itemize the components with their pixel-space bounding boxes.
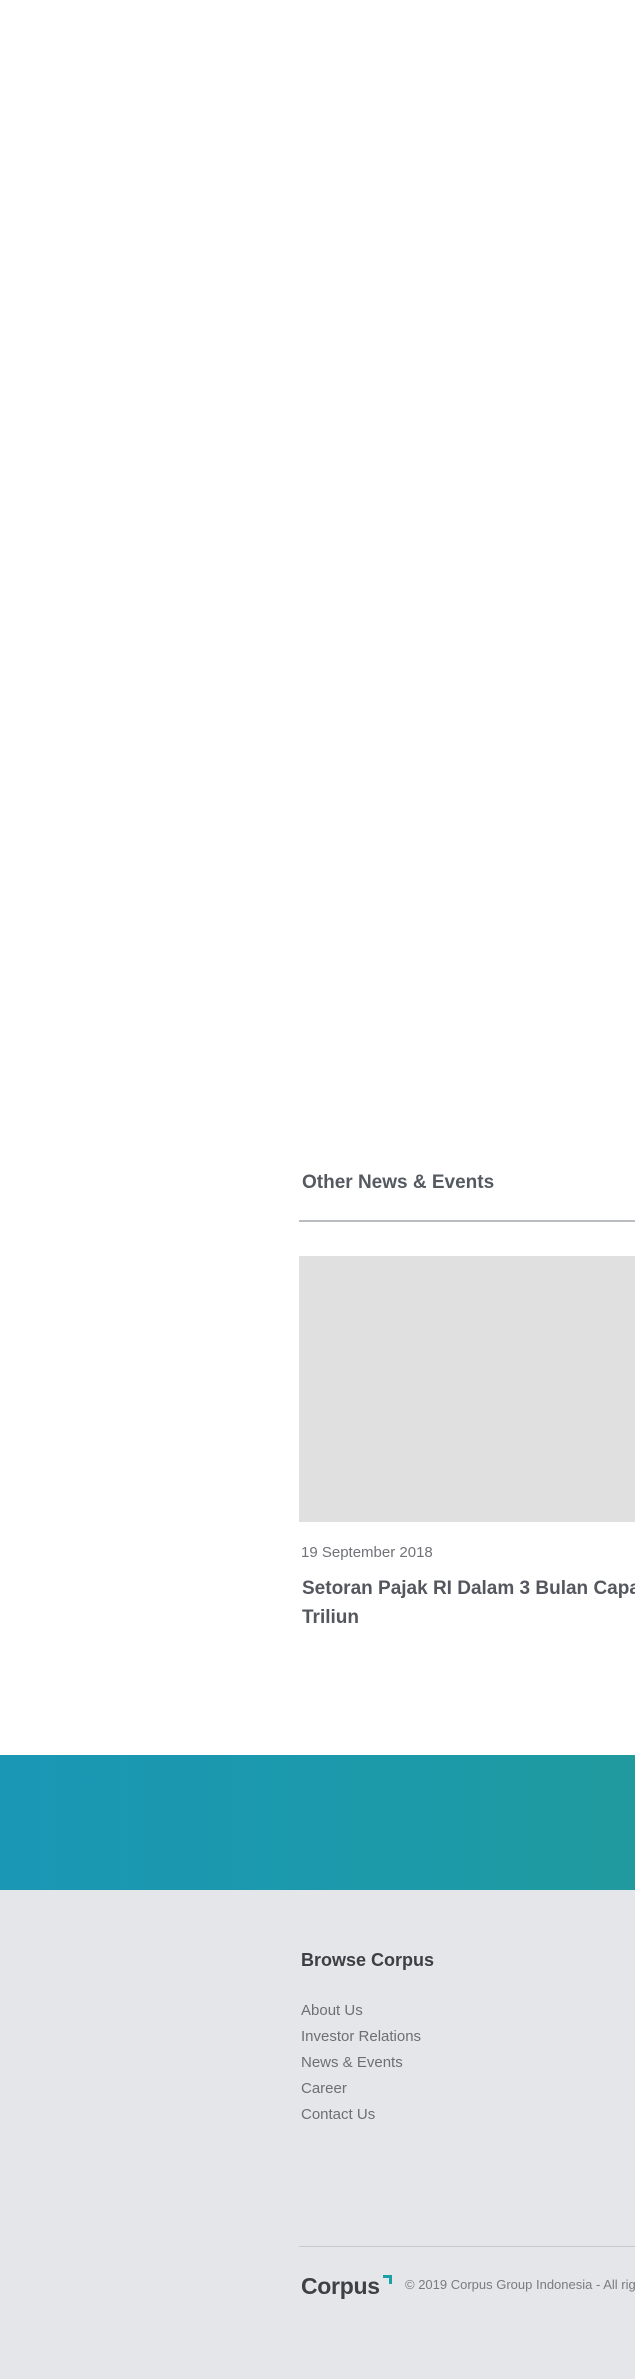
section-divider <box>299 1220 635 1222</box>
footer-link-news-events[interactable]: News & Events <box>301 2050 421 2076</box>
logo-corner-icon <box>383 2275 392 2284</box>
corpus-logo[interactable]: Corpus <box>301 2271 392 2301</box>
footer-link-career[interactable]: Career <box>301 2076 421 2102</box>
news-date: 19 September 2018 <box>301 1544 433 1561</box>
footer-browse-heading: Browse Corpus <box>301 1950 435 1970</box>
footer-link-investor-relations[interactable]: Investor Relations <box>301 2024 421 2050</box>
news-image-placeholder <box>299 1256 635 1522</box>
footer-links: About Us Investor Relations News & Event… <box>301 1998 421 2128</box>
copyright-text: © 2019 Corpus Group Indonesia - All rig <box>405 2277 635 2292</box>
logo-text: Corpus <box>301 2273 380 2299</box>
page: Other News & Events 19 September 2018 Se… <box>0 0 635 2379</box>
teal-banner <box>0 1755 635 1890</box>
footer-link-contact-us[interactable]: Contact Us <box>301 2102 421 2128</box>
other-news-heading: Other News & Events <box>302 1172 495 1193</box>
footer-divider <box>299 2246 635 2247</box>
footer-link-about-us[interactable]: About Us <box>301 1998 421 2024</box>
footer: Browse Corpus About Us Investor Relation… <box>0 1890 635 2379</box>
news-title: Setoran Pajak RI Dalam 3 Bulan Capai Rp … <box>302 1578 635 1628</box>
news-card[interactable]: 19 September 2018 Setoran Pajak RI Dalam… <box>299 1256 635 1656</box>
